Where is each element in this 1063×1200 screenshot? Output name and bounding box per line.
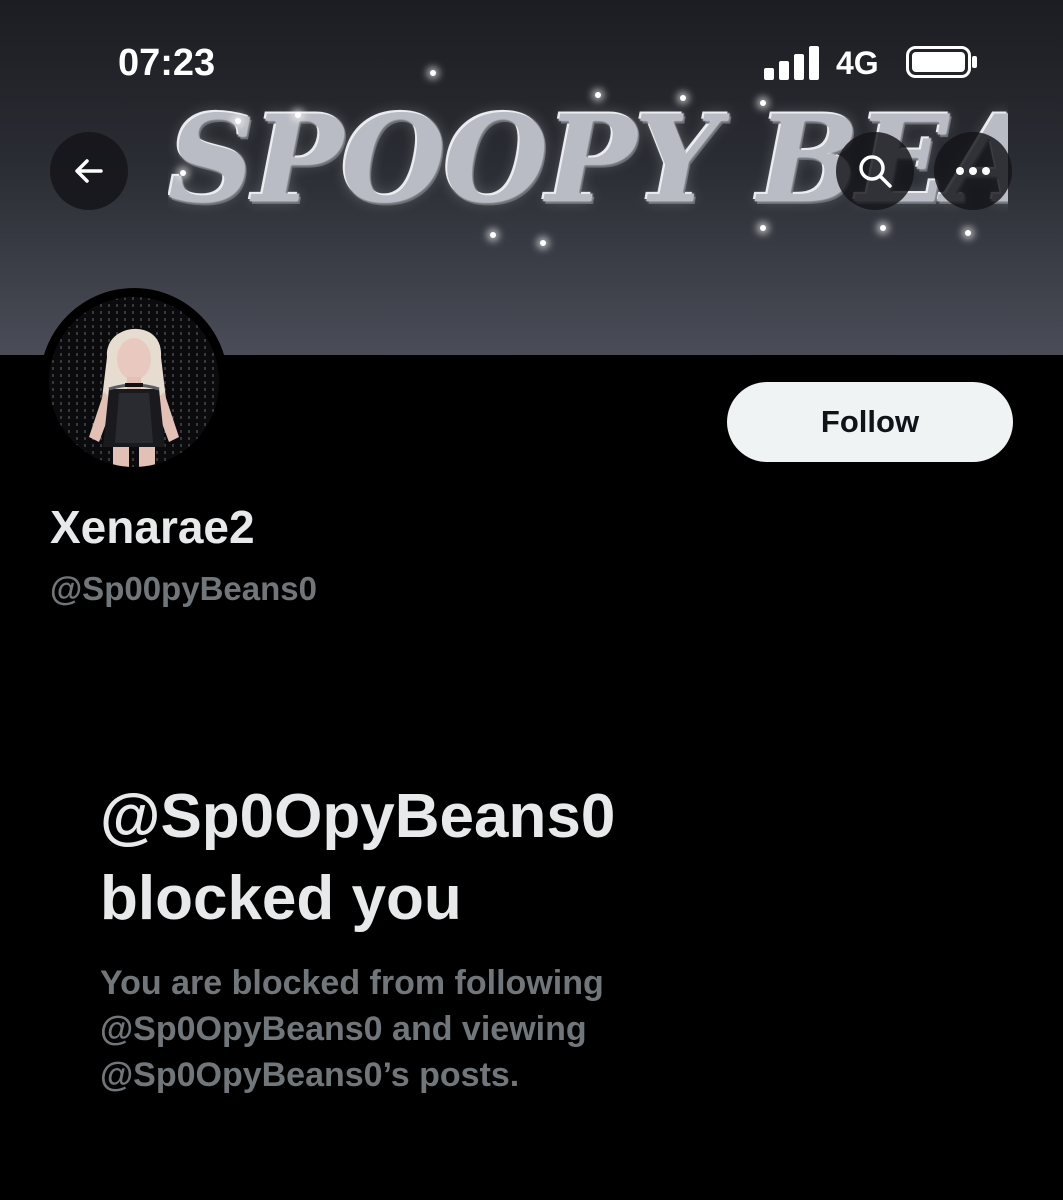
blocked-description: You are blocked from following @Sp0OpyBe… xyxy=(100,964,604,1094)
status-time: 07:23 xyxy=(118,42,216,84)
sparkle xyxy=(880,225,886,231)
network-type: 4G xyxy=(836,45,879,81)
sparkle xyxy=(760,225,766,231)
battery-icon xyxy=(906,46,977,78)
search-icon xyxy=(859,155,892,188)
display-name: Xenarae2 xyxy=(50,501,255,553)
avatar-photo xyxy=(49,297,219,467)
status-bar: 07:23 4G xyxy=(0,0,1063,100)
more-button[interactable] xyxy=(934,132,1012,210)
blocked-title: @Sp0OpyBeans0 blocked you xyxy=(100,782,616,933)
sparkle xyxy=(540,240,546,246)
sparkle xyxy=(760,100,766,106)
search-button[interactable] xyxy=(836,132,914,210)
signal-bars-icon xyxy=(764,46,819,80)
sparkle xyxy=(235,118,241,124)
avatar[interactable] xyxy=(49,297,219,467)
back-button[interactable] xyxy=(50,132,128,210)
sparkle xyxy=(490,232,496,238)
sparkle xyxy=(965,230,971,236)
ellipsis-icon xyxy=(956,167,990,175)
sparkle xyxy=(295,112,301,118)
sparkle xyxy=(180,170,186,176)
profile-handle: @Sp00pyBeans0 xyxy=(50,570,317,607)
arrow-left-icon xyxy=(75,159,103,183)
follow-button[interactable]: Follow xyxy=(727,382,1013,462)
